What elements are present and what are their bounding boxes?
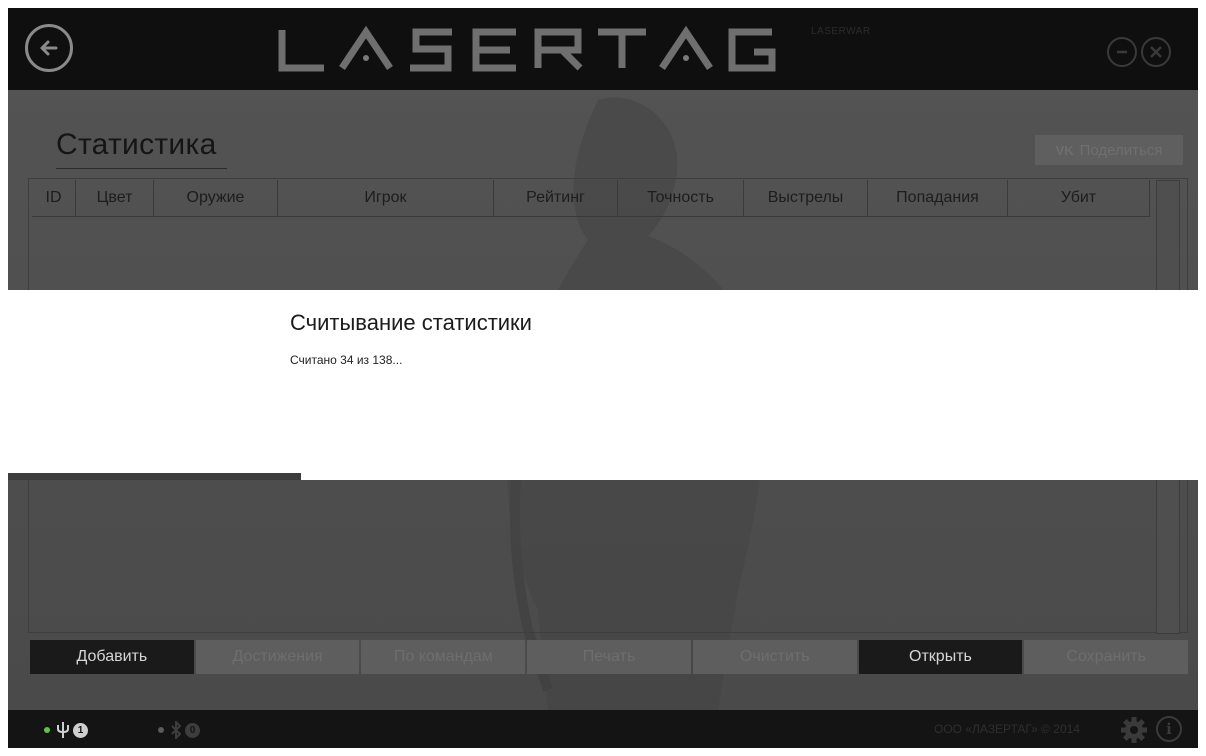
vk-icon: VK: [1055, 142, 1074, 158]
column-header-weapon[interactable]: Оружие: [154, 180, 278, 216]
close-icon: [1150, 46, 1162, 58]
action-bar: Добавить Достижения По командам Печать О…: [30, 640, 1190, 678]
minimize-button[interactable]: [1107, 37, 1137, 67]
column-header-killed[interactable]: Убит: [1008, 180, 1150, 216]
info-icon[interactable]: i: [1156, 716, 1182, 742]
column-header-color[interactable]: Цвет: [76, 180, 154, 216]
arrow-left-icon: [40, 40, 58, 56]
usb-connection-status[interactable]: 1: [44, 721, 88, 739]
close-button[interactable]: [1141, 37, 1171, 67]
dialog-title: Считывание статистики: [290, 310, 532, 335]
status-bar: 1 0 ООО «ЛАЗЕРТАГ» © 2014 i: [8, 710, 1198, 748]
column-header-shots[interactable]: Выстрелы: [744, 180, 868, 216]
column-header-id[interactable]: ID: [32, 180, 76, 216]
bluetooth-icon: [171, 721, 182, 739]
dialog-status-text: Считано 34 из 138...: [290, 353, 403, 367]
progress-bar-fill: [8, 473, 302, 480]
open-button[interactable]: Открыть: [858, 640, 1023, 674]
print-button[interactable]: Печать: [527, 640, 691, 674]
logo-subtitle: LASERWAR: [811, 26, 871, 37]
achievements-button[interactable]: Достижения: [195, 640, 360, 674]
share-vk-button[interactable]: VK Поделиться: [1035, 135, 1183, 165]
share-button-label: Поделиться: [1079, 141, 1163, 159]
minus-icon: [1117, 50, 1127, 54]
back-button[interactable]: [25, 24, 73, 72]
progress-bar: [8, 473, 1198, 480]
loading-dialog: Считывание статистики Считано 34 из 138.…: [8, 290, 1198, 480]
clear-button[interactable]: Очистить: [692, 640, 857, 674]
bluetooth-status-dot: [158, 727, 164, 733]
save-button[interactable]: Сохранить: [1024, 640, 1189, 674]
copyright-text: ООО «ЛАЗЕРТАГ» © 2014: [934, 722, 1080, 736]
lasertag-logo: [278, 25, 776, 72]
usb-count-badge: 1: [73, 722, 88, 738]
by-teams-button[interactable]: По командам: [361, 640, 526, 674]
bluetooth-count-badge: 0: [185, 722, 200, 738]
page-title: Статистика: [56, 128, 227, 169]
usb-status-dot: [44, 727, 50, 733]
table-header: ID Цвет Оружие Игрок Рейтинг Точность Вы…: [32, 180, 1150, 217]
add-button[interactable]: Добавить: [30, 640, 194, 674]
column-header-rating[interactable]: Рейтинг: [494, 180, 618, 216]
bluetooth-connection-status[interactable]: 0: [158, 721, 200, 739]
gear-icon[interactable]: [1120, 716, 1148, 744]
column-header-accuracy[interactable]: Точность: [618, 180, 744, 216]
column-header-player[interactable]: Игрок: [278, 180, 494, 216]
title-bar: LASERWAR: [8, 8, 1198, 90]
column-header-hits[interactable]: Попадания: [868, 180, 1008, 216]
usb-icon: [57, 722, 69, 738]
